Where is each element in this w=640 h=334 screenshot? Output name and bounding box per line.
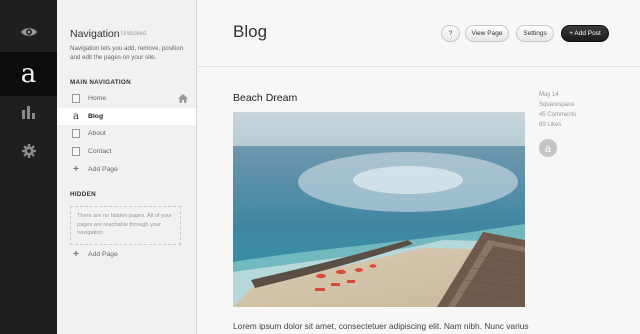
preview-button[interactable] (0, 12, 57, 52)
gear-icon (21, 144, 36, 158)
post-excerpt: Lorem ipsum dolor sit amet, consectetuer… (233, 321, 529, 331)
view-page-button[interactable]: View Page (465, 25, 509, 42)
eye-icon (20, 28, 37, 36)
main-navigation-heading: MAIN NAVIGATION (70, 79, 131, 86)
nav-item-blog[interactable]: a Blog (57, 108, 196, 125)
analytics-button[interactable] (0, 92, 57, 132)
nav-item-label: Contact (88, 148, 112, 155)
pages-button[interactable]: a (0, 52, 57, 96)
nav-item-label: Blog (88, 113, 104, 120)
main-content: Blog ? View Page Settings + Add Post Bea… (198, 0, 640, 334)
add-page-button[interactable]: + Add Page (57, 161, 196, 178)
home-icon[interactable] (178, 94, 188, 103)
bar-chart-icon (21, 106, 35, 119)
hidden-heading: HIDDEN (70, 191, 96, 198)
blog-logo-icon: a (73, 110, 79, 122)
post-comments[interactable]: 45 Comments (539, 112, 576, 118)
add-post-button[interactable]: + Add Post (561, 25, 609, 42)
post-author[interactable]: Squarespace (539, 102, 574, 108)
nav-item-label: Home (88, 95, 107, 102)
navigation-panel: Navigation Unlocked Navigation lets you … (57, 0, 197, 334)
squarespace-logo-icon: a (544, 141, 552, 155)
help-button[interactable]: ? (441, 25, 460, 42)
settings-button[interactable]: Settings (516, 25, 554, 42)
nav-item-about[interactable]: About (57, 125, 196, 142)
hidden-pages-dropzone[interactable]: There are no hidden pages. All of your p… (70, 206, 181, 245)
page-icon (72, 129, 80, 139)
author-avatar: a (539, 139, 557, 157)
settings-rail-button[interactable] (0, 131, 57, 171)
nav-item-label: About (88, 130, 106, 137)
navigation-description: Navigation lets you add, remove, positio… (70, 45, 184, 61)
header-divider (198, 66, 640, 67)
page-icon (72, 94, 80, 104)
icon-rail: a (0, 0, 57, 334)
plus-icon: + (73, 163, 79, 175)
post-likes[interactable]: 89 Likes (539, 122, 561, 128)
nav-item-home[interactable]: Home (57, 90, 196, 107)
navigation-title: Navigation (70, 28, 120, 40)
plus-icon: + (73, 248, 79, 260)
add-page-label: Add Page (88, 251, 118, 258)
nav-item-contact[interactable]: Contact (57, 143, 196, 160)
page-title: Blog (233, 22, 268, 41)
post-image[interactable] (233, 112, 525, 307)
post-title[interactable]: Beach Dream (233, 92, 297, 104)
add-page-label: Add Page (88, 166, 118, 173)
lock-status-badge[interactable]: Unlocked (121, 31, 146, 37)
hidden-empty-text: There are no hidden pages. All of your p… (77, 213, 172, 236)
page-icon (72, 147, 80, 157)
add-hidden-page-button[interactable]: + Add Page (57, 246, 196, 263)
post-date: May 14 (539, 92, 559, 98)
squarespace-logo-icon: a (20, 59, 37, 89)
